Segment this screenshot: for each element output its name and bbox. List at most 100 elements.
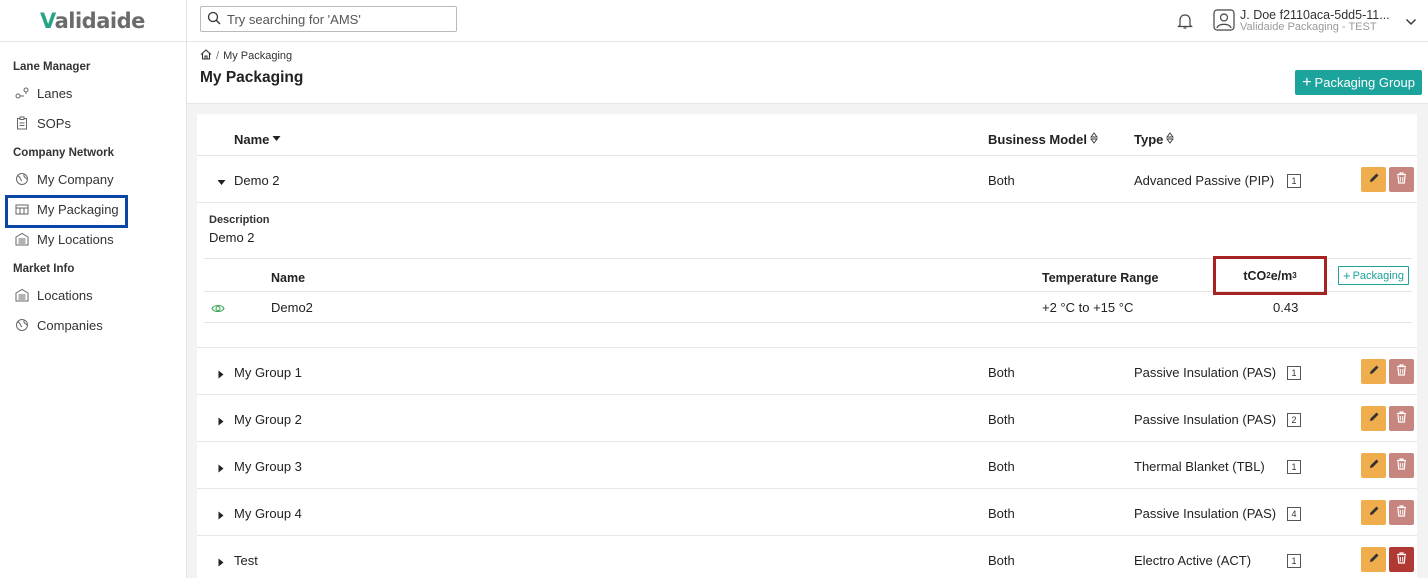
chevron-down-icon[interactable] xyxy=(1405,15,1417,25)
search-box[interactable] xyxy=(200,6,457,32)
column-header-business-model[interactable]: Business Model xyxy=(988,132,1098,147)
packaging-groups-table: Name Business Model Type Demo 2 Both Adv… xyxy=(197,114,1417,578)
caret-right-icon[interactable] xyxy=(217,508,225,520)
logo-text: alidaide xyxy=(54,8,146,33)
table-row[interactable]: My Group 1 Both Passive Insulation (PAS)… xyxy=(197,348,1417,395)
bell-icon[interactable] xyxy=(1177,12,1193,30)
column-header-name[interactable]: Name xyxy=(234,132,281,147)
trash-icon xyxy=(1396,411,1407,426)
edit-button[interactable] xyxy=(1361,547,1386,572)
eye-icon[interactable] xyxy=(211,302,225,313)
row-type: Passive Insulation (PAS) xyxy=(1134,412,1277,427)
breadcrumb-separator: / xyxy=(216,50,220,62)
table-row[interactable]: My Group 2 Both Passive Insulation (PAS)… xyxy=(197,395,1417,442)
row-name: My Group 4 xyxy=(234,506,302,521)
row-type: Advanced Passive (PIP) xyxy=(1134,173,1275,188)
trash-icon xyxy=(1396,505,1407,520)
trash-icon xyxy=(1396,552,1407,567)
search-icon xyxy=(207,11,221,28)
home-icon[interactable] xyxy=(200,49,212,63)
sidebar-item-locations[interactable]: Locations xyxy=(0,280,186,310)
clipboard-icon xyxy=(15,116,29,130)
edit-button[interactable] xyxy=(1361,406,1386,431)
description-value: Demo 2 xyxy=(209,230,255,245)
co2-label-sup: 3 xyxy=(1292,271,1297,280)
sidebar-item-sops[interactable]: SOPs xyxy=(0,108,186,138)
warehouse-icon xyxy=(15,288,29,302)
sidebar-item-label: My Locations xyxy=(37,231,114,247)
delete-button[interactable] xyxy=(1389,547,1414,572)
edit-button[interactable] xyxy=(1361,500,1386,525)
pencil-icon xyxy=(1368,364,1380,379)
packaging-count-badge: 4 xyxy=(1287,507,1301,521)
sort-icon xyxy=(1166,132,1175,147)
subtable-column-co2: tCO 2 e/m 3 xyxy=(1213,256,1327,295)
content-area: Name Business Model Type Demo 2 Both Adv… xyxy=(187,104,1428,578)
sort-desc-icon xyxy=(272,134,281,145)
pencil-icon xyxy=(1368,458,1380,473)
subtable-column-name: Name xyxy=(271,271,306,285)
sort-icon xyxy=(1090,132,1098,147)
packaging-count-badge: 2 xyxy=(1287,413,1301,427)
table-row[interactable]: Demo 2 Both Advanced Passive (PIP) 1 xyxy=(197,156,1417,203)
nav-section-market-info: Market Info xyxy=(13,263,75,275)
column-header-type[interactable]: Type xyxy=(1134,132,1175,147)
pencil-icon xyxy=(1368,172,1380,187)
packaging-count-badge: 1 xyxy=(1287,460,1301,474)
user-name[interactable]: J. Doe f2110aca-5dd5-11... xyxy=(1240,8,1390,22)
edit-button[interactable] xyxy=(1361,167,1386,192)
sidebar-item-my-packaging[interactable]: My Packaging xyxy=(0,194,186,228)
plus-icon: + xyxy=(1302,73,1312,91)
lanes-icon xyxy=(15,86,29,100)
trash-icon xyxy=(1396,364,1407,379)
packaging-temperature: +2 °C to +15 °C xyxy=(1042,300,1134,315)
sidebar-item-label: Locations xyxy=(37,287,93,303)
table-row[interactable]: My Group 3 Both Thermal Blanket (TBL) 1 xyxy=(197,442,1417,489)
description-label: Description xyxy=(209,214,270,226)
caret-right-icon[interactable] xyxy=(217,367,225,379)
caret-right-icon[interactable] xyxy=(217,555,225,567)
sidebar-item-my-locations[interactable]: My Locations xyxy=(0,224,186,254)
packaging-count-badge: 1 xyxy=(1287,554,1301,568)
sidebar-item-lanes[interactable]: Lanes xyxy=(0,78,186,108)
delete-button[interactable] xyxy=(1389,406,1414,431)
row-business-model: Both xyxy=(988,365,1015,380)
search-input[interactable] xyxy=(227,11,447,27)
breadcrumb: / My Packaging xyxy=(200,49,292,63)
row-business-model: Both xyxy=(988,553,1015,568)
sidebar-item-my-company[interactable]: My Company xyxy=(0,164,186,194)
table-row[interactable]: My Group 4 Both Passive Insulation (PAS)… xyxy=(197,489,1417,536)
add-packaging-button[interactable]: + Packaging xyxy=(1338,266,1409,285)
column-header-label: Name xyxy=(234,132,270,147)
delete-button[interactable] xyxy=(1389,500,1414,525)
packaging-row[interactable]: Demo2 +2 °C to +15 °C 0.43 xyxy=(204,292,1412,323)
warehouse-icon xyxy=(15,232,29,246)
group-detail-panel: Description Demo 2 Name Temperature Rang… xyxy=(197,203,1417,348)
column-header-label: Type xyxy=(1134,132,1164,147)
delete-button[interactable] xyxy=(1389,167,1414,192)
sidebar-item-label: Lanes xyxy=(37,85,73,101)
caret-down-icon[interactable] xyxy=(217,175,226,185)
avatar[interactable] xyxy=(1213,9,1235,31)
add-packaging-label: Packaging xyxy=(1352,269,1404,282)
caret-right-icon[interactable] xyxy=(217,414,225,426)
delete-button[interactable] xyxy=(1389,359,1414,384)
row-type: Thermal Blanket (TBL) xyxy=(1134,459,1265,474)
page-header: / My Packaging My Packaging + Packaging … xyxy=(187,42,1428,104)
edit-button[interactable] xyxy=(1361,359,1386,384)
pencil-icon xyxy=(1368,552,1380,567)
globe-icon xyxy=(15,172,29,186)
co2-label-prefix: tCO xyxy=(1243,268,1267,283)
column-header-label: Business Model xyxy=(988,132,1087,147)
delete-button[interactable] xyxy=(1389,453,1414,478)
row-business-model: Both xyxy=(988,506,1015,521)
row-type: Electro Active (ACT) xyxy=(1134,553,1252,568)
nav-section-lane-manager: Lane Manager xyxy=(13,61,91,73)
edit-button[interactable] xyxy=(1361,453,1386,478)
caret-right-icon[interactable] xyxy=(217,461,225,473)
table-row[interactable]: Test Both Electro Active (ACT) 1 xyxy=(197,536,1417,578)
add-packaging-group-button[interactable]: + Packaging Group xyxy=(1295,70,1422,95)
app-logo[interactable]: Validaide xyxy=(0,0,186,42)
sidebar-item-companies[interactable]: Companies xyxy=(0,310,186,340)
sidebar-item-label: My Company xyxy=(37,171,114,187)
